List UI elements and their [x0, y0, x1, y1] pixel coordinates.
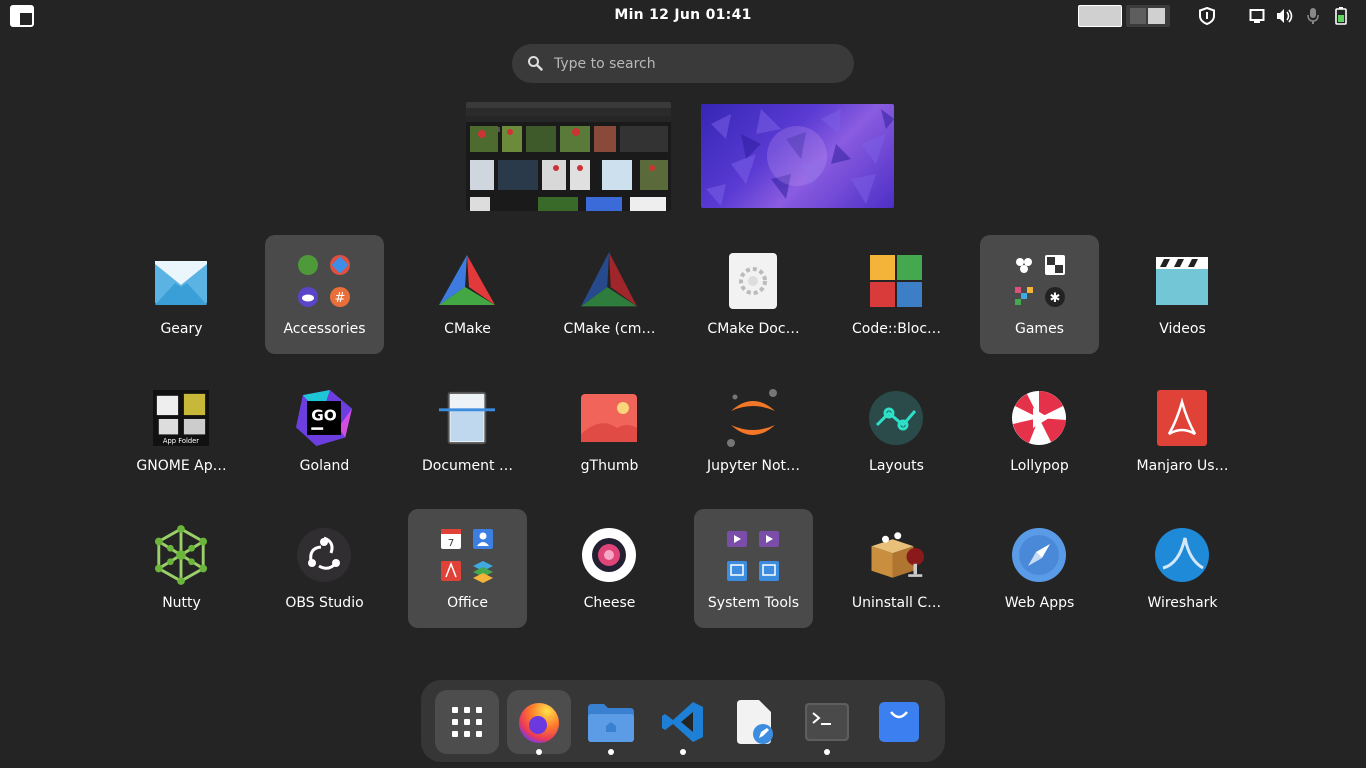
lollypop-icon [1011, 390, 1067, 446]
uninstall-icon [868, 527, 924, 583]
search-bar[interactable] [512, 44, 854, 83]
app-geary[interactable]: Geary [122, 235, 241, 354]
app-lollypop[interactable]: Lollypop [980, 372, 1099, 491]
workspace-thumbnail-empty[interactable] [701, 104, 894, 208]
document-scanner-icon [439, 390, 495, 446]
screen-icon[interactable] [1247, 6, 1267, 26]
running-indicator [608, 749, 614, 755]
app-uninstall[interactable]: Uninstall C… [837, 509, 956, 628]
app-document-scanner[interactable]: Document … [408, 372, 527, 491]
search-input[interactable] [554, 44, 844, 83]
videos-icon [1154, 253, 1210, 309]
app-goland[interactable]: GO Goland [265, 372, 384, 491]
app-jupyter[interactable]: Jupyter Not… [694, 372, 813, 491]
accessories-folder-icon: # [296, 253, 352, 309]
dock-text-editor[interactable] [723, 690, 787, 754]
shopping-bag-icon [879, 702, 919, 742]
svg-text:GO: GO [311, 407, 337, 425]
svg-text:7: 7 [448, 538, 454, 549]
search-icon [527, 55, 543, 71]
vscode-icon [662, 702, 703, 742]
dash [421, 680, 945, 762]
app-layouts[interactable]: Layouts [837, 372, 956, 491]
microphone-icon[interactable] [1303, 6, 1323, 26]
app-folder-system-tools[interactable]: System Tools [694, 509, 813, 628]
text-editor-icon [737, 700, 773, 744]
layouts-icon [868, 390, 924, 446]
wireshark-icon [1154, 527, 1210, 583]
running-indicator [536, 749, 542, 755]
app-codeblocks[interactable]: Code::Bloc… [837, 235, 956, 354]
svg-text:#: # [335, 291, 346, 306]
codeblocks-icon [868, 253, 924, 309]
cmake-icon [439, 253, 495, 309]
grid-icon [452, 707, 482, 737]
running-indicator [680, 749, 686, 755]
running-indicator [824, 749, 830, 755]
show-apps-button[interactable] [435, 690, 499, 754]
volume-icon[interactable] [1275, 6, 1295, 26]
dock-terminal[interactable] [795, 690, 859, 755]
cmake-doc-icon [725, 253, 781, 309]
battery-icon[interactable] [1331, 6, 1351, 26]
app-gnome-app-folders[interactable]: App Folder GNOME Ap… [122, 372, 241, 491]
workspace-thumbnail-browser[interactable] [466, 102, 671, 211]
goland-icon: GO [296, 390, 352, 446]
app-web-apps[interactable]: Web Apps [980, 509, 1099, 628]
dock-software[interactable] [867, 690, 931, 754]
app-manjaro-user-guide[interactable]: Manjaro Us… [1123, 372, 1242, 491]
folder-icon [588, 704, 634, 742]
svg-text:✱: ✱ [1050, 291, 1061, 306]
dock-files[interactable] [579, 690, 643, 755]
nutty-icon [153, 525, 209, 585]
dock-firefox[interactable] [507, 690, 571, 755]
jupyter-icon [725, 389, 781, 447]
app-gthumb[interactable]: gThumb [550, 372, 669, 491]
app-folder-office[interactable]: 7 Office [408, 509, 527, 628]
app-folder-accessories[interactable]: # Accessories [265, 235, 384, 354]
workspace-indicator-2[interactable] [1126, 5, 1170, 27]
app-nutty[interactable]: Nutty [122, 509, 241, 628]
svg-text:App Folder: App Folder [163, 437, 199, 445]
cheese-icon [581, 527, 637, 583]
web-apps-icon [1011, 527, 1067, 583]
dock-vscode[interactable] [651, 690, 715, 755]
app-folder-icon: App Folder [153, 390, 209, 446]
gthumb-icon [581, 390, 637, 446]
shield-icon[interactable] [1197, 6, 1217, 26]
games-folder-icon: ✱ [1011, 253, 1067, 309]
app-videos[interactable]: Videos [1123, 235, 1242, 354]
terminal-icon [805, 703, 849, 741]
app-cmake-curses[interactable]: CMake (cm… [550, 235, 669, 354]
app-obs-studio[interactable]: OBS Studio [265, 509, 384, 628]
office-folder-icon: 7 [439, 527, 495, 583]
app-cheese[interactable]: Cheese [550, 509, 669, 628]
workspace-indicator-1[interactable] [1078, 5, 1122, 27]
obs-icon [296, 527, 352, 583]
cmake-curses-icon [581, 252, 637, 309]
system-tools-folder-icon [725, 527, 781, 583]
top-bar: Min 12 Jun 01:41 [0, 0, 1366, 32]
manjaro-user-guide-icon [1154, 390, 1210, 446]
firefox-icon [519, 703, 559, 743]
app-cmake-doc[interactable]: CMake Doc… [694, 235, 813, 354]
app-folder-games[interactable]: ✱ Games [980, 235, 1099, 354]
geary-icon [153, 253, 209, 309]
app-cmake[interactable]: CMake [408, 235, 527, 354]
app-wireshark[interactable]: Wireshark [1123, 509, 1242, 628]
